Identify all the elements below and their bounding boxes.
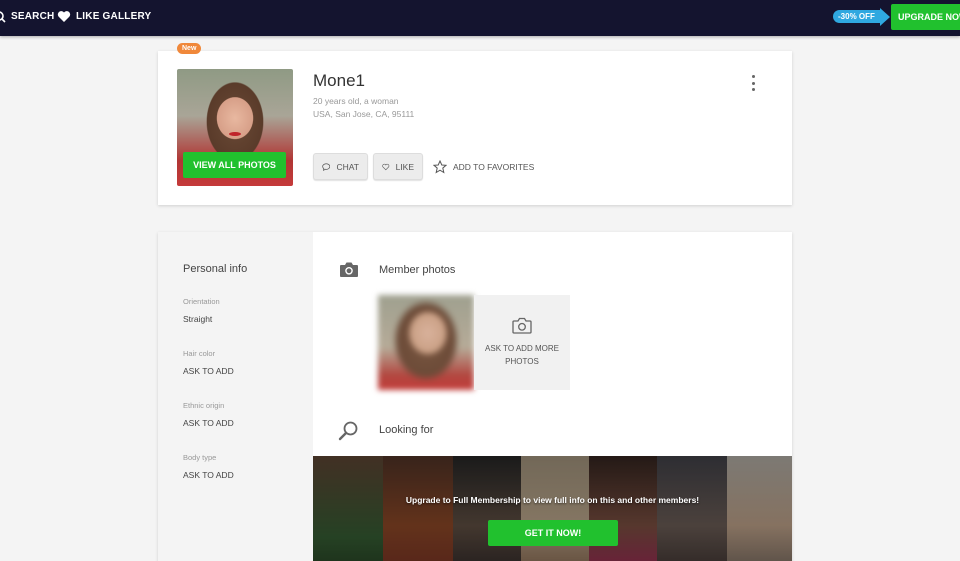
chat-label: CHAT [336, 161, 359, 172]
field-value-ethnic-origin[interactable]: ASK TO ADD [183, 418, 234, 428]
profile-card: VIEW ALL PHOTOS Mone1 20 years old, a wo… [158, 51, 792, 205]
ask-photos-label: ASK TO ADD MORE PHOTOS [485, 344, 559, 366]
banner-text: Upgrade to Full Membership to view full … [405, 495, 700, 505]
profile-age: 20 years old, a woman [313, 96, 399, 106]
profile-location: USA, San Jose, CA, 95111 [313, 109, 415, 119]
top-navigation-bar: SEARCH LIKE GALLERY -30% OFF UPGRADE NOW [0, 0, 960, 36]
upgrade-banner: Upgrade to Full Membership to view full … [313, 456, 792, 561]
field-label-body-type: Body type [183, 453, 217, 462]
field-label-orientation: Orientation [183, 297, 220, 306]
personal-info-panel: Personal info Orientation Straight Hair … [158, 232, 313, 561]
heart-icon [57, 11, 71, 22]
info-card: Personal info Orientation Straight Hair … [158, 232, 792, 561]
nav-like-gallery[interactable]: LIKE GALLERY [57, 0, 151, 33]
discount-badge: -30% OFF [833, 7, 890, 26]
profile-name: Mone1 [313, 71, 365, 90]
get-it-now-button[interactable]: GET IT NOW! [488, 520, 618, 546]
ask-to-add-photos-button[interactable]: ASK TO ADD MORE PHOTOS [474, 295, 570, 390]
nav-search[interactable]: SEARCH [0, 0, 54, 33]
nav-like-gallery-label: LIKE GALLERY [76, 11, 152, 22]
field-label-ethnic-origin: Ethnic origin [183, 401, 225, 410]
magnifier-icon [338, 421, 358, 441]
add-to-favorites-button[interactable]: ADD TO FAVORITES [433, 153, 534, 180]
looking-for-title: Looking for [379, 424, 434, 436]
new-badge: New [177, 43, 202, 54]
heart-outline-icon [382, 163, 390, 170]
upgrade-now-button[interactable]: UPGRADE NOW [891, 4, 960, 30]
field-value-orientation: Straight [183, 314, 213, 324]
field-value-hair-color[interactable]: ASK TO ADD [183, 366, 234, 376]
field-label-hair-color: Hair color [183, 349, 216, 358]
discount-label: -30% OFF [833, 10, 880, 23]
favorites-label: ADD TO FAVORITES [453, 161, 535, 172]
arrow-right-icon [879, 7, 890, 26]
camera-icon [340, 262, 358, 277]
profile-avatar[interactable]: VIEW ALL PHOTOS [177, 69, 293, 186]
camera-outline-icon [512, 317, 532, 334]
member-photos-title: Member photos [379, 264, 456, 276]
avatar-detail [229, 132, 241, 136]
nav-search-label: SEARCH [11, 11, 55, 22]
like-label: LIKE [395, 161, 414, 172]
star-outline-icon [433, 159, 447, 174]
field-value-body-type[interactable]: ASK TO ADD [183, 470, 234, 480]
member-photo-thumbnail[interactable] [378, 295, 474, 390]
view-all-photos-button[interactable]: VIEW ALL PHOTOS [183, 152, 286, 178]
chat-button[interactable]: CHAT [313, 153, 368, 180]
chat-bubble-icon [322, 162, 331, 171]
search-icon [0, 10, 6, 23]
personal-info-title: Personal info [183, 263, 248, 275]
details-panel: Member photos ASK TO ADD MORE PHOTOS Loo… [313, 232, 792, 561]
more-options-icon[interactable] [748, 75, 758, 91]
like-button[interactable]: LIKE [373, 153, 423, 180]
